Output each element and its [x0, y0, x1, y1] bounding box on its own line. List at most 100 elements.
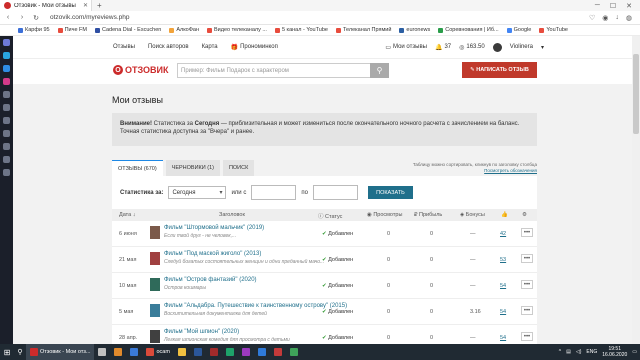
speed-dial-icon[interactable]: [3, 39, 10, 46]
settings-icon[interactable]: [3, 169, 10, 176]
taskbar-app[interactable]: [254, 344, 270, 360]
more-options-icon[interactable]: •••: [521, 254, 533, 263]
maximize-icon[interactable]: ☐: [610, 2, 616, 10]
language-indicator[interactable]: ENG: [586, 349, 597, 355]
bookmark-item[interactable]: YouTube: [539, 27, 568, 33]
review-title-link[interactable]: Фильм "Мой шпион" (2020): [164, 329, 239, 335]
review-likes-count[interactable]: 42: [500, 231, 506, 237]
network-icon[interactable]: ▤: [566, 349, 571, 355]
gear-icon[interactable]: ⚙: [522, 212, 527, 218]
more-options-icon[interactable]: •••: [521, 332, 533, 341]
taskbar-app[interactable]: Отзовик - Мои отз...: [26, 344, 95, 360]
notifications-icon[interactable]: ▭: [632, 349, 637, 355]
taskbar-app[interactable]: [222, 344, 238, 360]
forward-icon[interactable]: ›: [18, 14, 26, 21]
bookmark-item[interactable]: Google: [506, 27, 531, 33]
review-thumbnail[interactable]: [150, 304, 160, 317]
taskbar-app[interactable]: [238, 344, 254, 360]
send-icon[interactable]: [3, 91, 10, 98]
review-title-link[interactable]: Фильм "Остров фантазий" (2020): [164, 277, 257, 283]
window-close-icon[interactable]: ✕: [626, 2, 632, 10]
minimize-icon[interactable]: ─: [595, 2, 600, 10]
taskbar-app[interactable]: [286, 344, 302, 360]
taskbar-app[interactable]: [94, 344, 110, 360]
download-icon[interactable]: ↓: [615, 14, 619, 22]
more-options-icon[interactable]: •••: [521, 280, 533, 289]
page-scrollbar[interactable]: [632, 36, 640, 344]
review-thumbnail[interactable]: [150, 278, 160, 291]
more-options-icon[interactable]: •••: [521, 228, 533, 237]
close-icon[interactable]: ✕: [83, 2, 91, 9]
review-title-link[interactable]: Фильм "Альдабра. Путешествие к таинствен…: [164, 303, 347, 309]
windows-start-icon[interactable]: ⊞: [0, 344, 14, 360]
col-date[interactable]: Дата ↓: [119, 212, 135, 218]
review-likes-count[interactable]: 54: [500, 309, 506, 315]
clock[interactable]: 19:51 16.06.2020: [602, 346, 627, 358]
extensions-icon[interactable]: [3, 117, 10, 124]
bookmark-item[interactable]: euronews: [399, 27, 430, 33]
back-icon[interactable]: ‹: [4, 14, 12, 21]
volume-icon[interactable]: ◁): [576, 349, 582, 355]
legend-link[interactable]: Посмотреть обозначения: [385, 168, 537, 174]
date-from-input[interactable]: [251, 185, 297, 200]
nav-map[interactable]: Карта: [202, 44, 218, 50]
scrollbar-thumb[interactable]: [633, 54, 639, 134]
avatar[interactable]: [492, 42, 502, 52]
write-review-button[interactable]: ✎ НАПИСАТЬ ОТЗЫВ: [462, 62, 537, 78]
review-thumbnail[interactable]: [150, 226, 160, 239]
tab-search[interactable]: ПОИСК: [222, 160, 255, 176]
col-profit[interactable]: ₽ Прибыль: [414, 212, 442, 218]
chevron-up-icon[interactable]: ^: [559, 349, 561, 355]
taskbar-app[interactable]: [270, 344, 286, 360]
more-options-icon[interactable]: •••: [521, 306, 533, 315]
telegram-icon[interactable]: [3, 65, 10, 72]
review-likes-count[interactable]: 53: [500, 257, 506, 263]
heart-icon[interactable]: [3, 130, 10, 137]
nav-authors-search[interactable]: Поиск авторов: [148, 44, 189, 50]
taskbar-app[interactable]: [126, 344, 142, 360]
otzovik-logo[interactable]: О ОТЗОВИК: [113, 65, 168, 75]
review-likes-count[interactable]: 54: [500, 335, 506, 341]
taskbar-app[interactable]: [190, 344, 206, 360]
messenger-icon[interactable]: [3, 52, 10, 59]
review-title-link[interactable]: Фильм "Под маской жиголо" (2013): [164, 251, 261, 257]
bookmark-item[interactable]: Cadena Dial - Escuchen: [95, 27, 161, 33]
taskbar-app[interactable]: [174, 344, 190, 360]
col-status[interactable]: ⓘ Статус: [318, 212, 342, 220]
bookmark-item[interactable]: Карфи 95: [18, 27, 50, 33]
review-thumbnail[interactable]: [150, 330, 160, 343]
reload-icon[interactable]: ↻: [32, 14, 40, 22]
thumbs-up-icon[interactable]: 👍: [501, 212, 508, 218]
nav-pronominkop[interactable]: 🎁 Прономинкоп: [231, 44, 278, 51]
clock-icon[interactable]: [3, 143, 10, 150]
bookmark-heart-icon[interactable]: ♡: [589, 14, 595, 22]
bookmark-item[interactable]: Видео телеканалу ...: [207, 27, 267, 33]
instagram-icon[interactable]: [3, 78, 10, 85]
col-bonus[interactable]: ◈ Бонусы: [460, 212, 485, 218]
new-tab-icon[interactable]: +: [92, 1, 107, 10]
my-reviews-link[interactable]: ▭ Мои отзывы: [385, 44, 427, 51]
taskbar-app[interactable]: [206, 344, 222, 360]
bookmark-item[interactable]: АлкоФан: [169, 27, 199, 33]
search-input[interactable]: Пример: Фильм Подарок с характером: [177, 63, 389, 78]
search-icon[interactable]: ⚲: [14, 344, 26, 360]
col-views[interactable]: ◉ Просмотры: [367, 212, 402, 218]
show-button[interactable]: ПОКАЗАТЬ: [367, 186, 413, 199]
col-title[interactable]: Заголовок: [219, 212, 245, 218]
bookmark-item[interactable]: Телеканал Прямий: [335, 27, 391, 33]
period-select[interactable]: Сегодня: [168, 186, 227, 199]
bookmark-item[interactable]: 5 канал - YouTube: [274, 27, 328, 33]
username[interactable]: Violinera: [510, 44, 533, 50]
taskbar-app[interactable]: [110, 344, 126, 360]
nav-reviews[interactable]: Отзывы: [113, 44, 135, 50]
chevron-down-icon[interactable]: ▾: [541, 44, 544, 51]
url-field[interactable]: otzovik.com/myreviews.php: [50, 14, 129, 21]
review-likes-count[interactable]: 54: [500, 283, 506, 289]
balance[interactable]: ◎ 163.50: [459, 44, 485, 51]
tab-reviews[interactable]: ОТЗЫВЫ (670): [112, 160, 163, 176]
notifications[interactable]: 🔔 37: [435, 44, 451, 51]
bookmark-item[interactable]: Пиче FM: [57, 27, 87, 33]
review-title-link[interactable]: Фильм "Штормовой мальчик" (2019): [164, 225, 264, 231]
tab-drafts[interactable]: ЧЕРНОВИКИ (1): [165, 160, 220, 176]
history-icon[interactable]: [3, 104, 10, 111]
